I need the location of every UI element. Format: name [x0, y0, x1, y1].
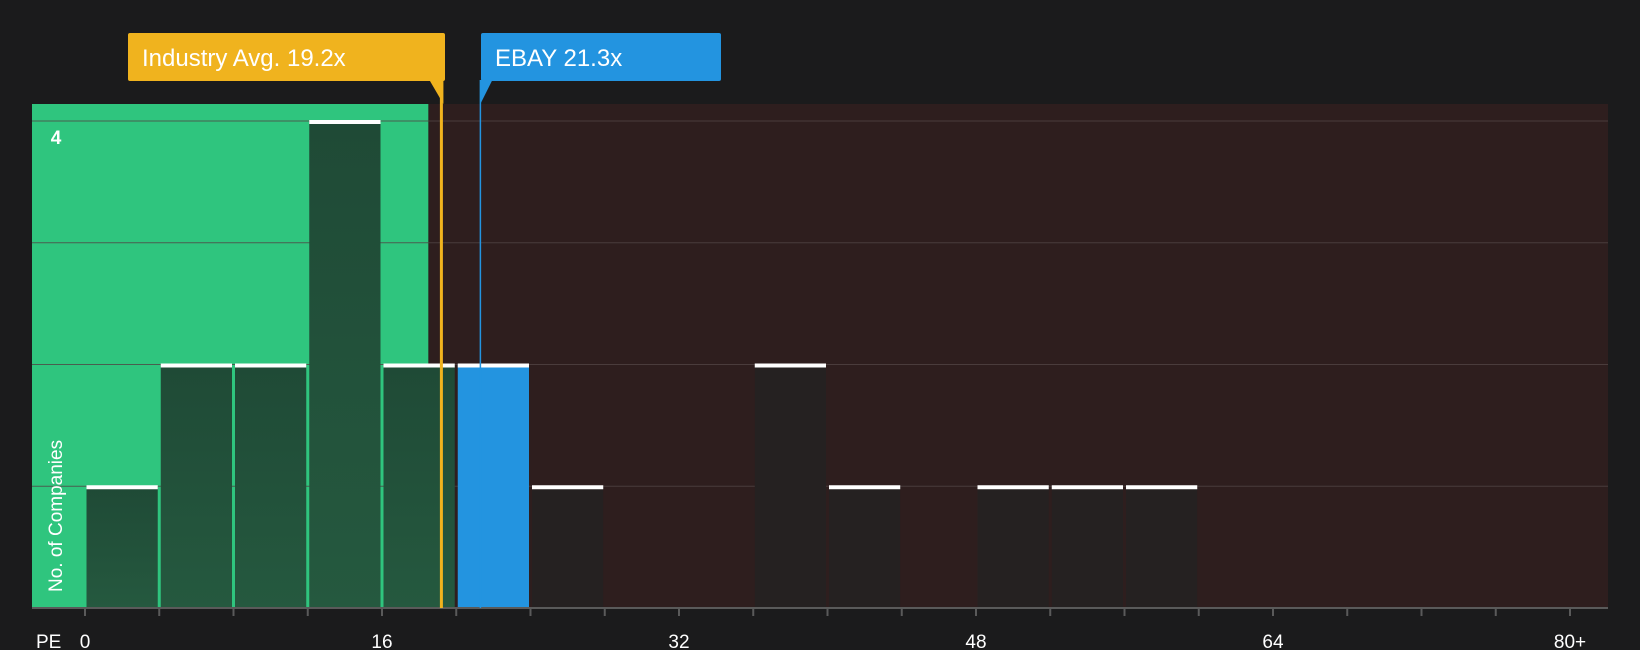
x-axis: 0 16 32 48 64 80+ — [32, 607, 1608, 650]
x-axis-label: PE — [36, 632, 61, 650]
x-tick-label: 64 — [1262, 632, 1284, 650]
y-tick-label: 4 — [51, 128, 62, 149]
bar-cap — [754, 363, 826, 368]
industry-avg-callout-label: Industry Avg. 19.2x — [142, 45, 346, 72]
bar-cap — [532, 485, 604, 490]
pe-distribution-chart: 0 16 32 48 64 80+ Industry Avg. 19.2x EBAY 21.… — [32, 33, 1608, 650]
bar-cap — [383, 363, 455, 368]
histogram-bar — [235, 364, 307, 608]
x-tick-label: 16 — [371, 632, 392, 650]
x-tick-label: 48 — [965, 632, 986, 650]
histogram-bar — [977, 486, 1049, 608]
bar-cap — [457, 363, 529, 368]
bar-cap — [86, 485, 158, 490]
histogram-bar — [754, 364, 826, 608]
bar-cap — [1126, 485, 1198, 490]
histogram-bar — [532, 486, 604, 608]
bar-cap — [1051, 485, 1123, 490]
x-tick-label: 80+ — [1554, 632, 1586, 650]
company-callout-label: EBAY 21.3x — [495, 45, 622, 72]
histogram-bar — [1051, 486, 1123, 608]
bar-cap — [160, 363, 232, 368]
histogram-bar — [160, 364, 232, 608]
histogram-bar — [309, 121, 381, 608]
y-axis-label: No. of Companies — [46, 440, 67, 592]
histogram-bar — [1126, 486, 1198, 608]
bar-cap — [829, 485, 901, 490]
highlighted-bar — [457, 364, 529, 608]
bar-cap — [235, 363, 307, 368]
histogram-bar — [829, 486, 901, 608]
histogram-bar — [383, 364, 455, 608]
bar-cap — [977, 485, 1049, 490]
bar-cap — [309, 120, 381, 124]
company-callout-pointer — [480, 80, 493, 104]
x-tick-label: 0 — [80, 632, 91, 650]
histogram-bar — [86, 486, 158, 608]
x-tick-label: 32 — [668, 632, 689, 650]
